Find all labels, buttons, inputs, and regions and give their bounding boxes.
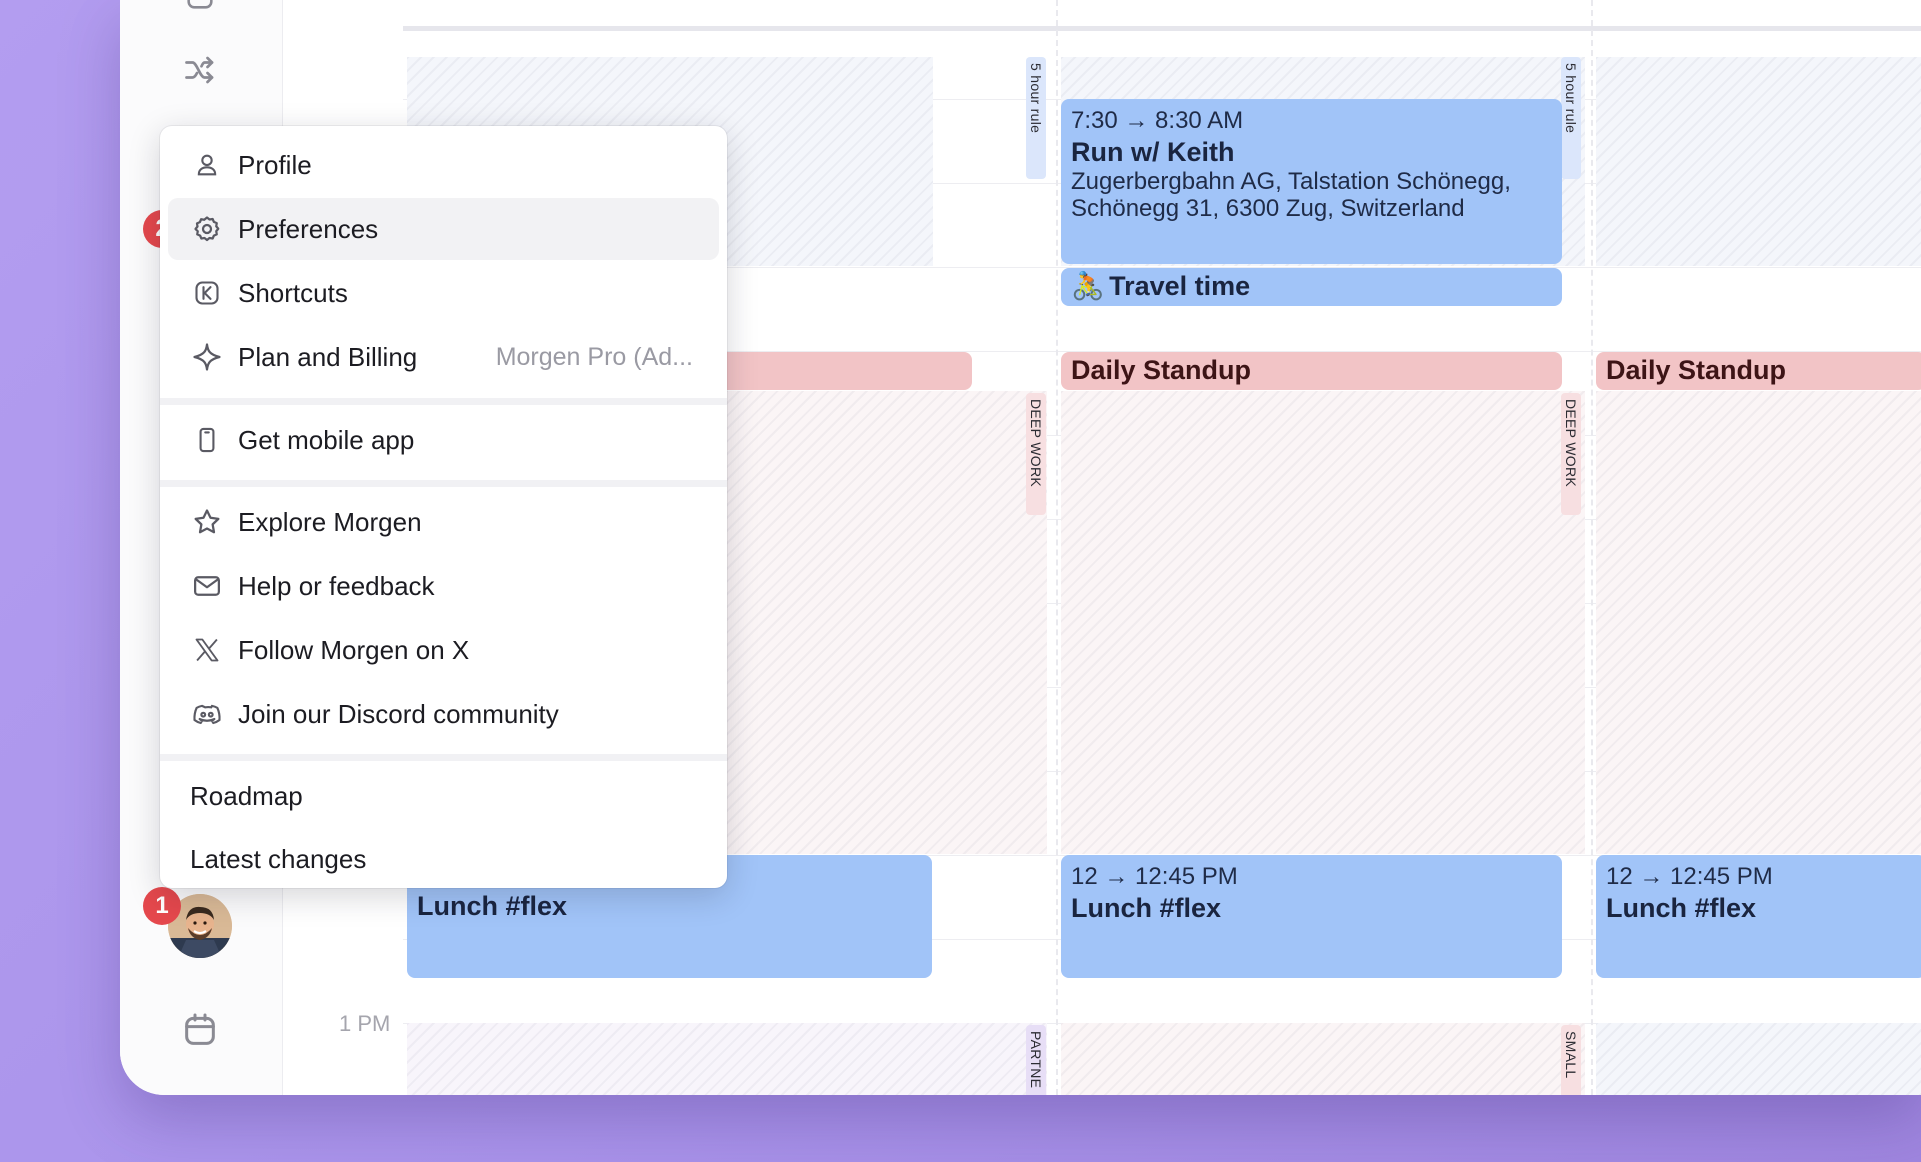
plan-name: Morgen Pro (Ad... [495,342,693,371]
event-title: Daily Standup [1071,355,1252,385]
menu-item-latest-changes[interactable]: Latest changes [168,828,719,888]
event-title: Lunch #flex [1606,893,1757,923]
tag-5-hour-rule: 5 hour rule [1026,57,1046,179]
day-divider [1056,0,1058,1095]
discord-icon [190,697,224,731]
event-time: 12 → 12:45 PM [1071,863,1238,890]
menu-item-label: Join our Discord community [238,698,559,729]
phone-icon [190,423,224,457]
time-label-1pm: 1 PM [339,1011,391,1036]
event-travel-time[interactable]: 🚴 Travel time [1061,268,1562,306]
mail-icon [190,569,224,603]
menu-item-label: Plan and Billing [238,341,418,372]
focus-block[interactable] [1596,57,1921,266]
event-daily-standup[interactable]: Daily Standup [1596,352,1921,390]
star-icon [190,505,224,539]
event-title: Travel time [1109,271,1251,301]
deep-work-block[interactable] [1596,391,1921,854]
sparkle-icon [190,340,224,374]
day-divider [1591,0,1593,1095]
bicycle-icon: 🚴 [1071,271,1105,301]
event-location: Zugerbergbahn AG, Talstation Schönegg, S… [1071,168,1511,222]
menu-item-get-mobile-app[interactable]: Get mobile app [168,409,719,471]
menu-item-label: Preferences [238,213,379,244]
calendar-icon[interactable] [178,1008,222,1052]
partner-block[interactable] [407,1023,1047,1095]
menu-separator [160,754,727,761]
gear-icon [190,212,224,246]
event-title: Daily Standup [1606,355,1787,385]
menu-item-explore-morgen[interactable]: Explore Morgen [168,491,719,553]
step-badge-1: 1 [143,887,181,925]
menu-item-label: Latest changes [190,843,367,874]
person-icon [190,148,224,182]
keyboard-k-icon [190,276,224,310]
focus-block[interactable] [1596,1023,1921,1095]
menu-item-preferences[interactable]: Preferences [168,198,719,260]
menu-item-shortcuts[interactable]: Shortcuts [168,262,719,324]
menu-item-help-or-feedback[interactable]: Help or feedback [168,555,719,617]
event-time: 7:30 → 8:30 AM [1071,107,1244,134]
tag-deep-work: DEEP WORK [1026,393,1046,515]
event-title: Lunch #flex [417,891,568,921]
menu-item-plan-and-billing[interactable]: Plan and Billing Morgen Pro (Ad... [168,326,719,388]
tag-partner: PARTNE [1026,1025,1046,1095]
tag-deep-work: DEEP WORK [1561,393,1581,515]
deep-work-block[interactable] [1061,391,1585,854]
menu-separator [160,398,727,405]
menu-item-label: Profile [238,149,312,180]
menu-item-roadmap[interactable]: Roadmap [168,765,719,827]
menu-separator [160,480,727,487]
event-title: Lunch #flex [1071,893,1222,923]
event-title: Run w/ Keith [1071,137,1235,167]
account-menu: Profile Preferences Shortcuts Plan and B… [160,126,727,888]
tag-small: SMALL [1561,1025,1581,1095]
x-logo-icon [190,633,224,667]
calendar-tray-icon[interactable] [178,0,222,18]
menu-item-label: Roadmap [190,780,303,811]
menu-item-label: Shortcuts [238,277,348,308]
menu-item-profile[interactable]: Profile [168,134,719,196]
menu-item-follow-on-x[interactable]: Follow Morgen on X [168,619,719,681]
shuffle-icon[interactable] [178,48,222,92]
menu-item-label: Explore Morgen [238,506,422,537]
all-day-divider [403,26,1921,31]
event-lunch[interactable]: 12 → 12:45 PM Lunch #flex [1596,855,1921,978]
event-daily-standup[interactable]: Daily Standup [1061,352,1562,390]
event-lunch[interactable]: 12 → 12:45 PM Lunch #flex [1061,855,1562,978]
event-run-with-keith[interactable]: 7:30 → 8:30 AM Run w/ Keith Zugerbergbah… [1061,99,1562,264]
tag-5-hour-rule: 5 hour rule [1561,57,1581,179]
menu-item-label: Get mobile app [238,424,415,455]
menu-item-label: Help or feedback [238,570,435,601]
event-time: 12 → 12:45 PM [1606,863,1773,890]
menu-item-discord[interactable]: Join our Discord community [168,683,719,745]
menu-item-label: Follow Morgen on X [238,634,470,665]
small-block[interactable] [1061,1023,1585,1095]
